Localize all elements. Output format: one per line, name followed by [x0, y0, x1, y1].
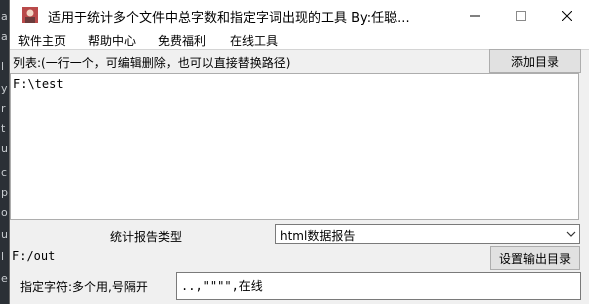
menu-item-home[interactable]: 软件主页 [18, 32, 66, 49]
specified-chars-input[interactable]: ..,"""",在线 [176, 272, 581, 300]
title-bar[interactable]: 适用于统计多个文件中总字数和指定字词出现的工具 By:任聪... [10, 0, 589, 31]
bg-glyph: l [1, 250, 5, 263]
menu-item-benefits[interactable]: 免费福利 [158, 32, 206, 49]
bg-glyph: a [1, 10, 8, 23]
maximize-icon [516, 10, 526, 21]
app-window: 适用于统计多个文件中总字数和指定字词出现的工具 By:任聪... 软件主页 帮助… [9, 0, 589, 304]
list-label: 列表:(一行一个，可编辑删除，也可以直接替换路径) [13, 56, 291, 70]
menu-item-help[interactable]: 帮助中心 [88, 32, 136, 49]
close-button[interactable] [544, 0, 589, 31]
bg-glyph: u [1, 142, 8, 155]
bg-glyph: p [1, 186, 8, 199]
set-output-directory-button[interactable]: 设置输出目录 [490, 246, 580, 270]
report-type-label: 统计报告类型 [110, 230, 183, 244]
menu-item-online-tools[interactable]: 在线工具 [230, 32, 278, 49]
menu-bar: 软件主页 帮助中心 免费福利 在线工具 [10, 31, 589, 49]
bg-glyph: u [1, 228, 8, 241]
close-icon [562, 10, 572, 21]
bg-glyph: a [1, 30, 8, 43]
output-path-field[interactable]: F:/out [10, 246, 490, 268]
bg-glyph: r [1, 102, 6, 115]
minimize-button[interactable] [452, 0, 498, 31]
directory-list-textarea[interactable]: F:\test [10, 73, 579, 220]
chevron-down-icon [566, 231, 576, 237]
add-directory-button[interactable]: 添加目录 [489, 49, 581, 73]
minimize-icon [470, 15, 480, 16]
maximize-button[interactable] [498, 0, 544, 31]
app-icon [22, 7, 38, 23]
window-title: 适用于统计多个文件中总字数和指定字词出现的工具 By:任聪... [48, 11, 410, 26]
vertical-scrollbar[interactable] [579, 73, 589, 220]
bg-glyph: c [1, 166, 8, 179]
bg-glyph: y [1, 82, 8, 95]
specified-chars-label: 指定字符:多个用,号隔开 [20, 280, 148, 294]
bg-glyph: l [1, 60, 5, 73]
bg-glyph: o [1, 206, 8, 219]
bg-glyph: e [1, 272, 8, 285]
report-type-value: html数据报告 [280, 229, 356, 243]
report-type-select[interactable]: html数据报告 [275, 224, 580, 244]
bg-glyph: t [1, 122, 6, 135]
